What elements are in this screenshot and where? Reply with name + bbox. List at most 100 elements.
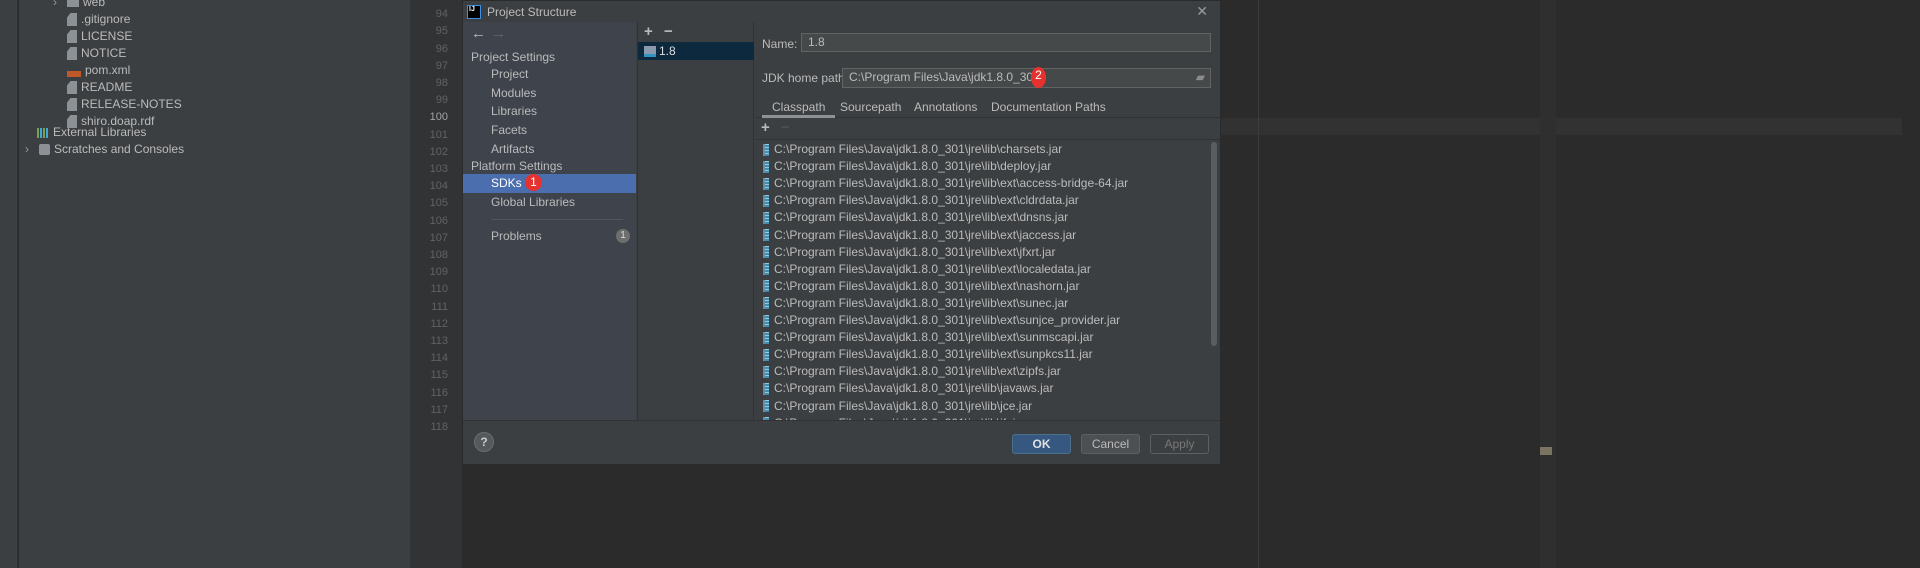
jar-icon <box>763 143 769 156</box>
classpath-entry[interactable]: C:\Program Files\Java\jdk1.8.0_301\jre\l… <box>763 227 1076 244</box>
apply-button[interactable]: Apply <box>1150 434 1209 454</box>
classpath-entry[interactable]: C:\Program Files\Java\jdk1.8.0_301\jre\l… <box>763 346 1093 363</box>
tree-item[interactable]: › Scratches and Consoles <box>25 141 184 158</box>
remove-sdk-button[interactable]: − <box>664 23 673 40</box>
tree-item[interactable]: .gitignore <box>67 11 130 28</box>
classpath-scrollbar[interactable] <box>1211 142 1217 346</box>
classpath-path: C:\Program Files\Java\jdk1.8.0_301\jre\l… <box>774 142 1063 156</box>
name-input[interactable]: 1.8 <box>801 33 1211 52</box>
classpath-path: C:\Program Files\Java\jdk1.8.0_301\jre\l… <box>774 295 1069 310</box>
close-icon[interactable]: ✕ <box>1196 3 1208 20</box>
jdk-folder-icon <box>644 45 656 57</box>
editor-scrollbar[interactable] <box>1540 0 1556 568</box>
line-number: 100 <box>429 111 448 124</box>
file-icon <box>67 81 77 94</box>
classpath-entry[interactable]: C:\Program Files\Java\jdk1.8.0_301\jre\l… <box>763 141 1062 158</box>
dialog-title: Project Structure <box>487 4 577 19</box>
nav-item-problems[interactable]: Problems 1 <box>463 227 636 246</box>
classpath-entry[interactable]: C:\Program Files\Java\jdk1.8.0_301\jre\l… <box>763 175 1128 192</box>
tree-item[interactable]: NOTICE <box>67 45 126 62</box>
sdk-list-item[interactable]: 1.8 <box>638 42 754 60</box>
classpath-entry[interactable]: C:\Program Files\Java\jdk1.8.0_301\jre\l… <box>763 278 1079 295</box>
line-number: 95 <box>435 25 448 38</box>
line-number: 117 <box>430 403 448 416</box>
remove-classpath-button[interactable]: − <box>781 119 790 136</box>
classpath-entry[interactable]: C:\Program Files\Java\jdk1.8.0_301\jre\l… <box>763 329 1093 346</box>
tree-item-label: Scratches and Consoles <box>54 142 185 156</box>
sdk-detail-panel: Name: 1.8 JDK home path: C:\Program File… <box>755 22 1220 420</box>
jar-icon <box>763 400 769 412</box>
jdk-home-path-label: JDK home path: <box>762 71 849 85</box>
line-number: 116 <box>430 386 448 399</box>
line-number: 102 <box>429 145 448 158</box>
classpath-entry[interactable]: C:\Program Files\Java\jdk1.8.0_301\jre\l… <box>763 380 1053 397</box>
jar-icon <box>763 177 769 190</box>
platform-settings-header: Platform Settings <box>471 159 563 173</box>
ok-button[interactable]: OK <box>1012 434 1071 454</box>
add-classpath-button[interactable]: + <box>761 119 770 136</box>
line-number: 97 <box>435 59 448 72</box>
jar-icon <box>763 229 769 241</box>
chevron-right-icon[interactable]: › <box>25 141 29 158</box>
nav-item-facets[interactable]: Facets <box>463 121 636 140</box>
tool-window-strip <box>0 0 18 568</box>
nav-item-modules[interactable]: Modules <box>463 84 636 103</box>
jar-icon <box>763 211 769 224</box>
classpath-entry[interactable]: C:\Program Files\Java\jdk1.8.0_301\jre\l… <box>763 398 1032 415</box>
tree-item[interactable]: README <box>67 79 132 96</box>
line-number: 110 <box>430 283 448 296</box>
dialog-title-bar: IJ Project Structure <box>463 1 1220 22</box>
classpath-entry[interactable]: C:\Program Files\Java\jdk1.8.0_301\jre\l… <box>763 261 1091 278</box>
libraries-icon <box>37 127 49 138</box>
back-arrow-icon[interactable]: ← <box>471 25 486 42</box>
jar-icon <box>763 246 769 259</box>
forward-arrow-icon[interactable]: → <box>491 25 506 42</box>
classpath-entry[interactable]: C:\Program Files\Java\jdk1.8.0_301\jre\l… <box>763 312 1120 329</box>
classpath-entry[interactable]: C:\Program Files\Java\jdk1.8.0_301\jre\l… <box>763 158 1051 175</box>
tab-annotations[interactable]: Annotations <box>914 98 977 118</box>
tab-documentation-paths[interactable]: Documentation Paths <box>991 98 1106 118</box>
tree-item[interactable]: RELEASE-NOTES <box>67 96 182 113</box>
classpath-path: C:\Program Files\Java\jdk1.8.0_301\jre\l… <box>774 261 1091 276</box>
nav-item-artifacts[interactable]: Artifacts <box>463 140 636 159</box>
nav-item-global-libraries[interactable]: Global Libraries <box>463 193 636 212</box>
line-number: 94 <box>435 8 448 21</box>
nav-item-project[interactable]: Project <box>463 65 636 84</box>
tab-sourcepath[interactable]: Sourcepath <box>840 98 901 118</box>
settings-nav: ← → Project Settings Project Modules Libra… <box>463 22 636 420</box>
classpath-entry[interactable]: C:\Program Files\Java\jdk1.8.0_301\jre\l… <box>763 363 1061 380</box>
file-icon <box>67 98 77 111</box>
tab-classpath[interactable]: Classpath <box>762 98 836 118</box>
tree-item[interactable]: pom.xml <box>67 62 130 79</box>
tree-item-label: pom.xml <box>85 63 131 77</box>
tree-item-label: web <box>83 0 106 9</box>
classpath-entry[interactable]: C:\Program Files\Java\jdk1.8.0_301\jre\l… <box>763 209 1068 226</box>
classpath-entry[interactable]: C:\Program Files\Java\jdk1.8.0_301\jre\l… <box>763 244 1055 261</box>
jar-icon <box>763 331 769 344</box>
nav-item-sdks[interactable]: SDKs <box>463 174 636 193</box>
xml-file-icon <box>67 70 81 77</box>
classpath-entry[interactable]: C:\Program Files\Java\jdk1.8.0_301\jre\l… <box>763 192 1079 209</box>
jdk-home-path-input[interactable]: C:\Program Files\Java\jdk1.8.0_301 ▰ <box>842 68 1211 88</box>
help-button[interactable]: ? <box>474 432 494 452</box>
nav-item-libraries[interactable]: Libraries <box>463 102 636 121</box>
line-number: 103 <box>429 163 448 175</box>
jar-icon <box>763 263 769 276</box>
classpath-entry[interactable]: C:\Program Files\Java\jdk1.8.0_301\jre\l… <box>763 295 1068 312</box>
nav-label: SDKs <box>491 176 522 190</box>
project-tree: › web .gitignore LICENSE NOTICE pom.xml README… <box>19 0 410 568</box>
line-number: 96 <box>435 42 448 55</box>
cancel-button[interactable]: Cancel <box>1081 434 1140 454</box>
browse-folder-icon[interactable]: ▰ <box>1196 69 1205 86</box>
tree-item[interactable]: External Libraries <box>37 124 146 141</box>
line-number: 111 <box>431 300 448 313</box>
tree-item[interactable]: › web <box>53 0 105 11</box>
scratches-icon <box>39 144 50 155</box>
tree-item[interactable]: LICENSE <box>67 28 132 45</box>
problems-count-badge: 1 <box>616 229 630 243</box>
name-label: Name: <box>762 37 798 51</box>
classpath-path: C:\Program Files\Java\jdk1.8.0_301\jre\l… <box>774 210 1069 225</box>
add-sdk-button[interactable]: + <box>644 23 653 40</box>
classpath-path: C:\Program Files\Java\jdk1.8.0_301\jre\l… <box>774 244 1056 259</box>
chevron-right-icon[interactable]: › <box>53 0 57 11</box>
